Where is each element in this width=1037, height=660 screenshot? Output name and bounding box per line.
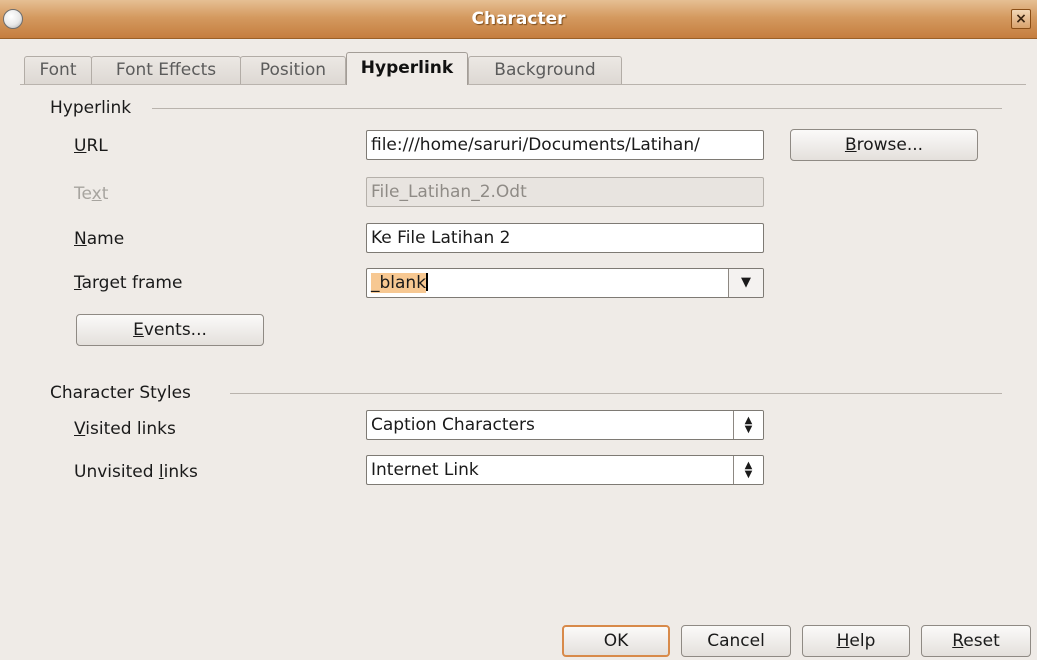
tab-position[interactable]: Position [240, 56, 346, 84]
target-frame-label: Target frame [74, 273, 183, 293]
url-label: URL [74, 136, 108, 156]
unvisited-links-listbox[interactable]: Internet Link ▲ ▼ [366, 455, 764, 485]
hyperlink-tab-panel [20, 84, 1026, 625]
url-input[interactable]: file:///home/saruri/Documents/Latihan/ [366, 130, 764, 160]
url-label-rest: RL [86, 136, 108, 156]
target-frame-value[interactable]: _blank [367, 273, 429, 293]
visited-links-label: Visited links [74, 419, 176, 439]
visited-links-listbox[interactable]: Caption Characters ▲ ▼ [366, 410, 764, 440]
help-button[interactable]: Help [802, 625, 910, 657]
browse-button[interactable]: Browse... [790, 129, 978, 161]
tab-font[interactable]: Font [24, 56, 92, 84]
hyperlink-section-divider [152, 108, 1002, 109]
events-button[interactable]: Events... [76, 314, 264, 346]
character-styles-section-divider [230, 393, 1002, 394]
title-bar[interactable]: Character × [0, 0, 1037, 39]
close-icon[interactable]: × [1011, 9, 1031, 29]
character-styles-section-title: Character Styles [50, 383, 191, 403]
chevron-down-icon[interactable]: ▼ [728, 269, 763, 297]
name-input[interactable]: Ke File Latihan 2 [366, 223, 764, 253]
tab-font-effects[interactable]: Font Effects [91, 56, 241, 84]
window-title: Character [471, 9, 566, 29]
target-frame-combobox[interactable]: _blank ▼ [366, 268, 764, 298]
visited-links-value: Caption Characters [371, 415, 535, 435]
text-label: Text [74, 184, 109, 204]
unvisited-links-label: Unvisited links [74, 462, 198, 482]
cancel-button[interactable]: Cancel [681, 625, 791, 657]
spin-updown-icon[interactable]: ▲ ▼ [733, 411, 763, 439]
ok-button[interactable]: OK [562, 625, 670, 657]
hyperlink-section-title: Hyperlink [50, 98, 132, 118]
reset-button[interactable]: Reset [921, 625, 1031, 657]
spin-updown-icon[interactable]: ▲ ▼ [733, 456, 763, 484]
name-label: Name [74, 229, 125, 249]
tab-hyperlink[interactable]: Hyperlink [346, 52, 468, 85]
text-caret [426, 273, 429, 291]
unvisited-links-value: Internet Link [371, 460, 479, 480]
text-input: File_Latihan_2.Odt [366, 177, 764, 207]
tab-background[interactable]: Background [468, 56, 622, 84]
target-frame-selection: _blank [371, 273, 427, 293]
